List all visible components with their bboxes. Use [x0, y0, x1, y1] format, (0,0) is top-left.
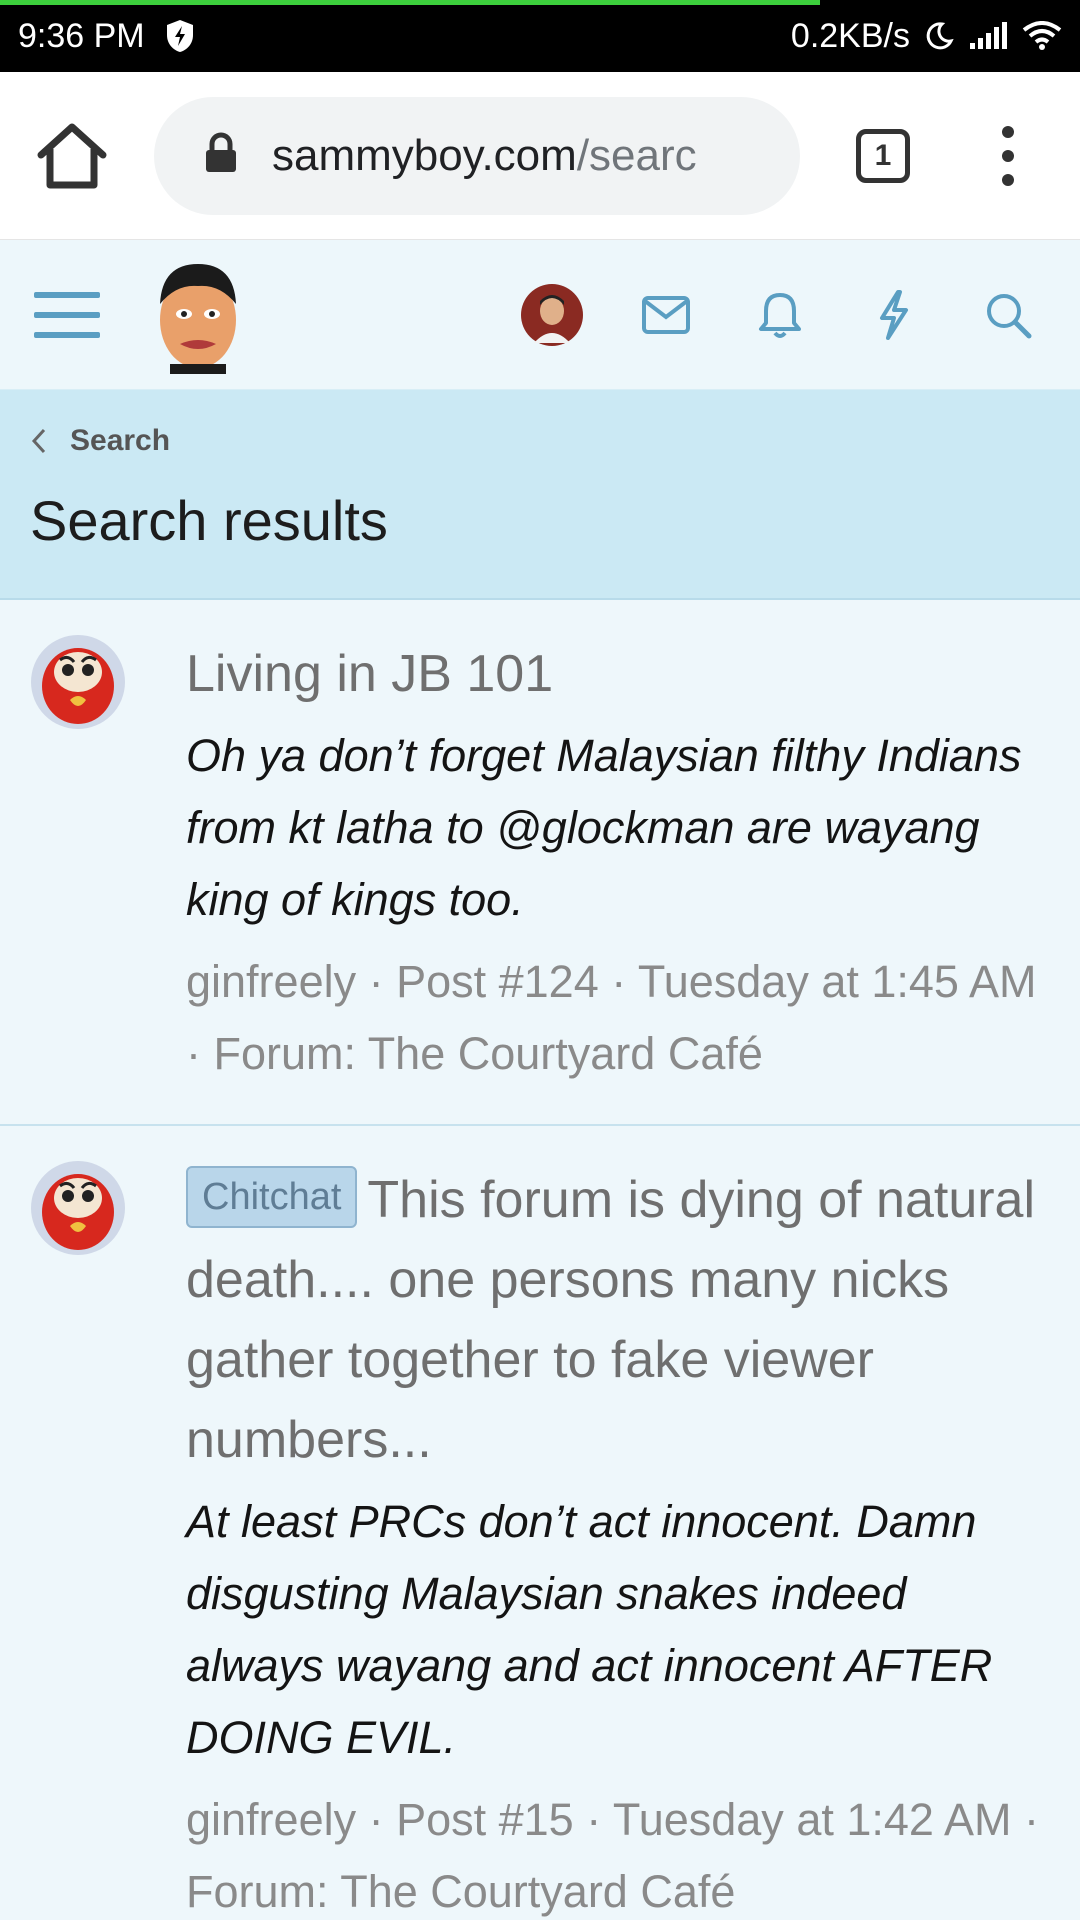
site-header [0, 240, 1080, 390]
lock-icon [204, 132, 238, 179]
user-avatar-button[interactable] [520, 283, 584, 347]
daruma-avatar [31, 635, 125, 729]
tab-switcher-button[interactable]: 1 [856, 128, 910, 183]
result-meta: ginfreely · Post #15 · Tuesday at 1:42 A… [186, 1794, 1039, 1917]
home-icon [37, 123, 107, 188]
search-result: Chitchat This forum is dying of natural d… [0, 1126, 1080, 1920]
thread-prefix-badge[interactable]: Chitchat [186, 1166, 358, 1229]
result-title: Chitchat This forum is dying of natural d… [186, 1160, 1050, 1480]
search-icon [987, 293, 1032, 338]
page-header: Search Search results [0, 390, 1080, 600]
signal-icon [968, 21, 1008, 51]
status-bar: 9:36 PM 0.2KB/s [0, 0, 1080, 72]
site-logo-image [160, 263, 236, 374]
search-button[interactable] [976, 283, 1040, 347]
result-title-link[interactable]: Living in JB 101 [186, 634, 1050, 714]
tab-count: 1 [874, 138, 892, 172]
envelope-icon [642, 295, 690, 334]
hamburger-menu-button[interactable] [34, 291, 100, 338]
search-result: Living in JB 101 Oh ya don’t forget Mala… [0, 600, 1080, 1126]
whats-new-button[interactable] [862, 283, 926, 347]
result-avatar[interactable] [30, 634, 126, 730]
browser-toolbar: sammyboy.com/searc 1 [0, 72, 1080, 240]
alerts-button[interactable] [748, 283, 812, 347]
page-load-progress [0, 0, 820, 5]
wifi-icon [1022, 21, 1062, 51]
inbox-button[interactable] [634, 283, 698, 347]
status-time: 9:36 PM [18, 16, 145, 55]
menu-dot [1002, 149, 1014, 162]
url-host: sammyboy.com [272, 130, 577, 180]
moon-icon [924, 21, 954, 51]
result-avatar[interactable] [30, 1160, 126, 1256]
page-title: Search results [30, 489, 388, 552]
home-button[interactable] [26, 110, 118, 202]
avatar [521, 283, 583, 346]
menu-dot [1002, 125, 1014, 138]
url-path: /searc [576, 130, 697, 180]
lightning-bolt-icon [880, 289, 908, 340]
site-logo[interactable] [150, 256, 246, 374]
breadcrumb[interactable]: Search [30, 424, 1050, 458]
url-text: sammyboy.com/searc [272, 131, 697, 181]
daruma-avatar [31, 1161, 125, 1255]
menu-dot [1002, 173, 1014, 186]
result-meta: ginfreely · Post #124 · Tuesday at 1:45 … [186, 956, 1037, 1079]
result-snippet[interactable]: Oh ya don’t forget Malaysian filthy Indi… [186, 720, 1050, 936]
shield-icon [165, 19, 195, 53]
chevron-left-icon [31, 428, 46, 454]
breadcrumb-search-link[interactable]: Search [70, 424, 170, 458]
network-speed: 0.2KB/s [790, 16, 910, 55]
bell-icon [759, 292, 801, 338]
address-bar[interactable]: sammyboy.com/searc [154, 96, 800, 215]
result-snippet[interactable]: At least PRCs don’t act innocent. Damn d… [186, 1486, 1050, 1774]
browser-menu-button[interactable] [988, 125, 1028, 186]
